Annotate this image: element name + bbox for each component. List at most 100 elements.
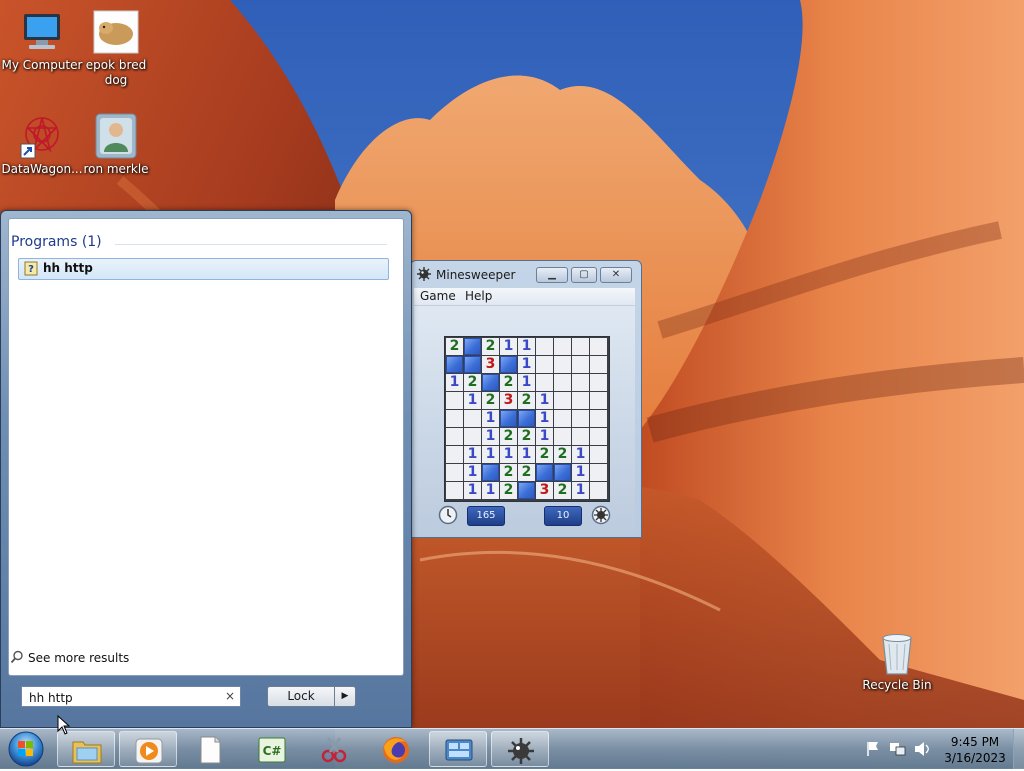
mine-cell[interactable]: 1 <box>464 392 481 409</box>
mine-cell[interactable] <box>446 410 463 427</box>
mine-cell[interactable]: 2 <box>518 464 535 481</box>
search-result-hh-http[interactable]: ? hh http <box>18 258 389 280</box>
mine-cell[interactable] <box>482 464 499 481</box>
mine-cell[interactable]: 1 <box>482 446 499 463</box>
mine-cell[interactable] <box>590 392 607 409</box>
search-input[interactable] <box>27 688 221 707</box>
mine-cell[interactable]: 1 <box>500 338 517 355</box>
desktop-icon-datawagon[interactable]: DataWagon... <box>0 106 84 177</box>
mine-cell[interactable] <box>590 446 607 463</box>
mine-cell[interactable]: 2 <box>464 374 481 391</box>
mine-cell[interactable] <box>536 356 553 373</box>
mine-cell[interactable]: 1 <box>464 464 481 481</box>
taskbar-snipping-tool[interactable] <box>305 731 363 767</box>
mine-cell[interactable]: 3 <box>500 392 517 409</box>
mine-cell[interactable] <box>500 356 517 373</box>
mine-cell[interactable] <box>572 356 589 373</box>
mine-cell[interactable] <box>554 428 571 445</box>
mine-cell[interactable] <box>590 356 607 373</box>
mine-cell[interactable] <box>554 410 571 427</box>
mine-cell[interactable]: 2 <box>518 428 535 445</box>
minimize-button[interactable]: ▁ <box>536 267 568 283</box>
menu-game[interactable]: Game <box>420 289 456 303</box>
mine-cell[interactable]: 2 <box>500 482 517 499</box>
mine-cell[interactable] <box>536 464 553 481</box>
mine-cell[interactable]: 1 <box>536 410 553 427</box>
desktop-icon-my-computer[interactable]: My Computer <box>0 2 84 73</box>
mine-cell[interactable]: 1 <box>536 428 553 445</box>
mine-cell[interactable] <box>590 482 607 499</box>
mine-cell[interactable]: 2 <box>482 392 499 409</box>
taskbar-media-player[interactable] <box>119 731 177 767</box>
start-button[interactable] <box>6 730 46 768</box>
taskbar-clock[interactable]: 9:45 PM 3/16/2023 <box>940 734 1010 766</box>
mine-cell[interactable] <box>464 338 481 355</box>
mine-cell[interactable]: 3 <box>482 356 499 373</box>
mine-cell[interactable] <box>446 482 463 499</box>
mine-cell[interactable]: 1 <box>518 374 535 391</box>
mine-cell[interactable] <box>464 428 481 445</box>
taskbar-notepad[interactable] <box>181 731 239 767</box>
mine-cell[interactable] <box>590 338 607 355</box>
mine-cell[interactable]: 1 <box>446 374 463 391</box>
mine-cell[interactable] <box>554 338 571 355</box>
desktop-icon-recycle-bin[interactable]: Recycle Bin <box>855 626 939 693</box>
mine-cell[interactable] <box>446 392 463 409</box>
mine-cell[interactable] <box>464 356 481 373</box>
show-desktop-button[interactable] <box>1013 729 1024 769</box>
mine-cell[interactable]: 1 <box>464 482 481 499</box>
mine-cell[interactable]: 1 <box>518 338 535 355</box>
mine-cell[interactable]: 1 <box>482 428 499 445</box>
mine-cell[interactable]: 1 <box>572 482 589 499</box>
clear-search-icon[interactable]: × <box>225 689 235 703</box>
mine-cell[interactable]: 2 <box>482 338 499 355</box>
maximize-button[interactable]: ▢ <box>571 267 597 283</box>
minefield-grid[interactable]: 22113112211232111122111112211221112321 <box>444 336 610 502</box>
mine-cell[interactable]: 1 <box>482 482 499 499</box>
mine-cell[interactable] <box>572 374 589 391</box>
mine-cell[interactable]: 2 <box>518 392 535 409</box>
mine-cell[interactable]: 3 <box>536 482 553 499</box>
mine-cell[interactable]: 1 <box>518 356 535 373</box>
mine-cell[interactable]: 2 <box>554 446 571 463</box>
mine-cell[interactable]: 2 <box>536 446 553 463</box>
taskbar-minesweeper[interactable] <box>491 731 549 767</box>
mine-cell[interactable] <box>554 356 571 373</box>
mine-cell[interactable] <box>518 410 535 427</box>
mine-cell[interactable] <box>590 464 607 481</box>
see-more-results-link[interactable]: See more results <box>10 650 129 667</box>
mine-cell[interactable]: 2 <box>500 464 517 481</box>
mine-cell[interactable] <box>500 410 517 427</box>
mine-cell[interactable] <box>536 338 553 355</box>
taskbar-control-panel[interactable] <box>429 731 487 767</box>
mine-cell[interactable] <box>482 374 499 391</box>
mine-cell[interactable] <box>590 410 607 427</box>
mine-cell[interactable] <box>446 428 463 445</box>
power-options-arrow[interactable]: ▶ <box>334 686 356 707</box>
start-search-box[interactable]: × <box>21 686 241 707</box>
mine-cell[interactable] <box>536 374 553 391</box>
mine-cell[interactable] <box>572 428 589 445</box>
mine-cell[interactable] <box>446 446 463 463</box>
mine-cell[interactable] <box>464 410 481 427</box>
taskbar-csharp[interactable]: C# <box>243 731 301 767</box>
mine-cell[interactable]: 1 <box>572 464 589 481</box>
mine-cell[interactable] <box>590 428 607 445</box>
mine-cell[interactable] <box>554 392 571 409</box>
desktop-icon-ron-merkle[interactable]: ron merkle <box>74 106 158 177</box>
mine-cell[interactable]: 2 <box>500 428 517 445</box>
minesweeper-window[interactable]: Minesweeper ▁ ▢ ✕ Game Help 221131122112… <box>410 260 642 538</box>
mine-cell[interactable] <box>554 374 571 391</box>
mine-cell[interactable]: 2 <box>446 338 463 355</box>
mine-cell[interactable] <box>554 464 571 481</box>
lock-button[interactable]: Lock <box>267 686 335 707</box>
taskbar-firefox[interactable] <box>367 731 425 767</box>
desktop-icon-epok-bred-dog[interactable]: epok bred dog <box>74 2 158 88</box>
mine-cell[interactable]: 1 <box>500 446 517 463</box>
mine-cell[interactable]: 2 <box>500 374 517 391</box>
mine-cell[interactable] <box>590 374 607 391</box>
mine-cell[interactable]: 1 <box>464 446 481 463</box>
mine-cell[interactable] <box>518 482 535 499</box>
menu-help[interactable]: Help <box>465 289 492 303</box>
mine-cell[interactable]: 2 <box>554 482 571 499</box>
